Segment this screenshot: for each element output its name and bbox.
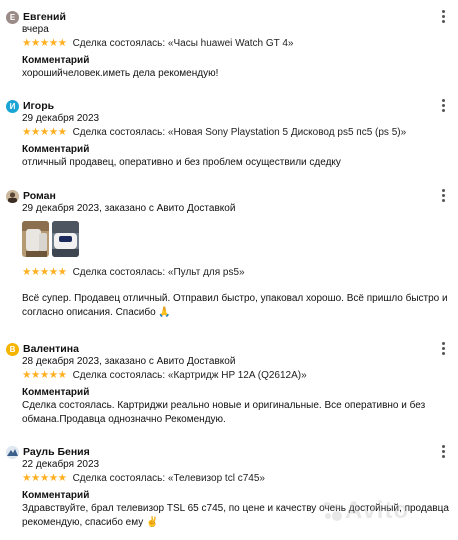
avito-logo-icon	[323, 502, 342, 521]
reviewer-name[interactable]: Валентина	[23, 343, 79, 355]
star-rating-icon: ★★★★★	[22, 126, 67, 138]
more-options-icon[interactable]	[442, 99, 446, 112]
reviewer-name[interactable]: Евгений	[23, 11, 66, 23]
avatar[interactable]	[6, 189, 19, 203]
reviewer-name[interactable]: Игорь	[23, 100, 54, 112]
comment-text: Сделка состоялась. Картриджи реально нов…	[22, 400, 426, 425]
comment-label: Комментарий	[22, 490, 90, 501]
comment-text: отличный продавец, оперативно и без проб…	[22, 157, 341, 168]
review-header: Е Евгений	[6, 9, 66, 25]
review-date: 29 декабря 2023	[22, 113, 100, 124]
more-options-icon[interactable]	[442, 445, 446, 458]
avatar[interactable]	[6, 445, 19, 459]
comment-label: Комментарий	[22, 387, 90, 398]
star-rating-icon: ★★★★★	[22, 472, 67, 484]
review-header: В Валентина	[6, 341, 79, 357]
star-rating-icon: ★★★★★	[22, 37, 67, 49]
review-header: Роман	[6, 188, 56, 204]
avatar-photo-icon	[6, 189, 19, 203]
more-options-icon[interactable]	[442, 10, 446, 23]
avatar[interactable]: И	[6, 99, 19, 113]
avatar[interactable]: Е	[6, 10, 19, 24]
rating-row: ★★★★★ Сделка состоялась: «Часы huawei Wa…	[22, 37, 294, 49]
review-date: 22 декабря 2023	[22, 459, 100, 470]
review-header: Рауль Бения	[6, 444, 90, 460]
deal-text: Сделка состоялась: «Телевизор tcl c745»	[72, 472, 265, 484]
deal-text: Сделка состоялась: «Пульт для ps5»	[72, 266, 245, 278]
avatar-photo-icon	[6, 445, 19, 459]
star-rating-icon: ★★★★★	[22, 369, 67, 381]
comment-label: Комментарий	[22, 144, 90, 155]
watermark: Avito	[345, 497, 410, 524]
review-photo[interactable]	[52, 221, 79, 257]
deal-text: Сделка состоялась: «Картридж HP 12A (Q26…	[72, 369, 307, 381]
review-date: 28 декабря 2023, заказано с Авито Достав…	[22, 356, 236, 367]
review-date: 29 декабря 2023, заказано с Авито Достав…	[22, 203, 236, 214]
comment-label: Комментарий	[22, 55, 90, 66]
rating-row: ★★★★★ Сделка состоялась: «Телевизор tcl …	[22, 472, 265, 484]
comment-text: хорошийчеловек.иметь дела рекомендую!	[22, 68, 219, 79]
deal-text: Сделка состоялась: «Новая Sony Playstati…	[72, 126, 407, 138]
more-options-icon[interactable]	[442, 342, 446, 355]
rating-row: ★★★★★ Сделка состоялась: «Пульт для ps5»	[22, 266, 245, 278]
reviewer-name[interactable]: Роман	[23, 190, 56, 202]
rating-row: ★★★★★ Сделка состоялась: «Новая Sony Pla…	[22, 126, 406, 138]
comment-text: Всё супер. Продавец отличный. Отправил б…	[22, 293, 448, 318]
avatar[interactable]: В	[6, 342, 19, 356]
review-date: вчера	[22, 24, 49, 35]
more-options-icon[interactable]	[442, 189, 446, 202]
deal-text: Сделка состоялась: «Часы huawei Watch GT…	[72, 37, 294, 49]
review-photo[interactable]	[22, 221, 49, 257]
rating-row: ★★★★★ Сделка состоялась: «Картридж HP 12…	[22, 369, 307, 381]
reviewer-name[interactable]: Рауль Бения	[23, 446, 90, 458]
star-rating-icon: ★★★★★	[22, 266, 67, 278]
review-header: И Игорь	[6, 98, 54, 114]
